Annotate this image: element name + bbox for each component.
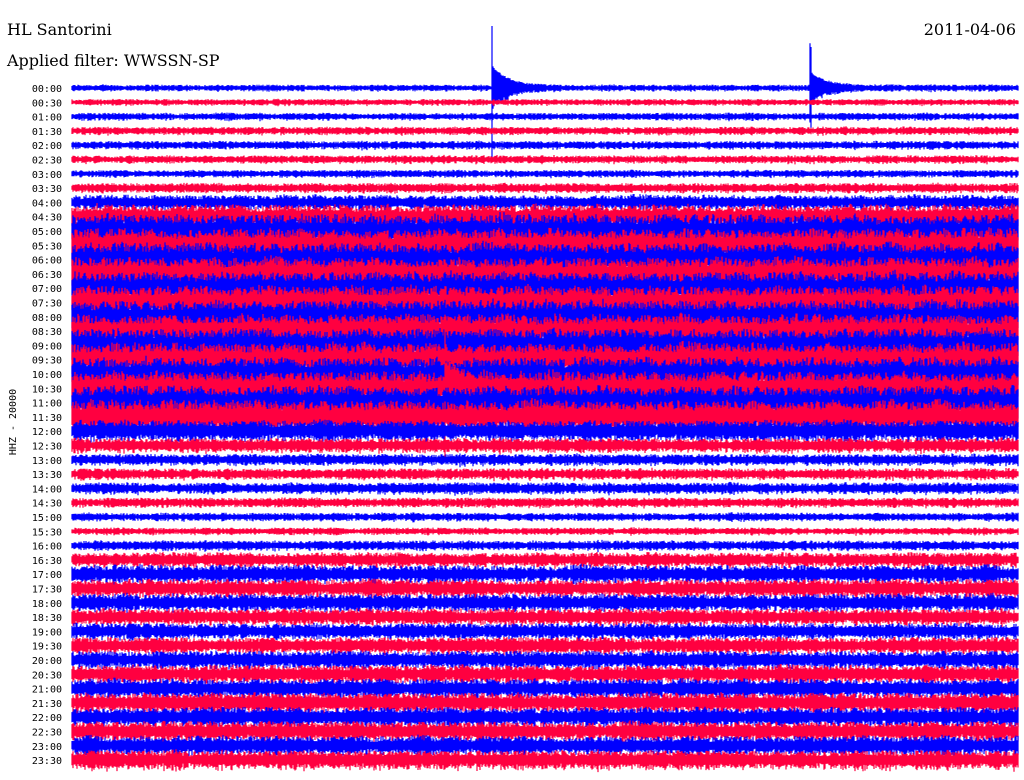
row-tick-label: 03:30: [32, 184, 62, 195]
trace-row-0330: [71, 182, 1019, 194]
row-tick-label: 14:30: [32, 499, 62, 510]
row-tick-label: 08:00: [32, 313, 62, 324]
row-tick-label: 17:00: [32, 570, 62, 581]
row-tick-label: 23:30: [32, 756, 62, 767]
row-tick-label: 06:00: [32, 256, 62, 267]
row-tick-label: 04:00: [32, 198, 62, 209]
trace-row-0200: [71, 140, 1019, 151]
row-tick-label: 15:30: [32, 527, 62, 538]
row-tick-labels: 00:00 00:30 01:00 01:30 02:00 02:30 03:00 03:30…: [32, 84, 62, 767]
row-tick-label: 02:00: [32, 141, 62, 152]
trace-row-0230: [71, 154, 1019, 165]
row-tick-label: 23:00: [32, 742, 62, 753]
row-tick-label: 18:00: [32, 599, 62, 610]
row-tick-label: 20:00: [32, 656, 62, 667]
row-tick-label: 18:30: [32, 613, 62, 624]
row-tick-label: 16:00: [32, 542, 62, 553]
row-tick-label: 07:30: [32, 299, 62, 310]
row-tick-label: 00:30: [32, 98, 62, 109]
trace-row-0000: [71, 26, 1019, 161]
row-tick-label: 03:00: [32, 170, 62, 181]
row-tick-label: 10:30: [32, 384, 62, 395]
trace-row-0030: [71, 98, 1019, 107]
row-tick-label: 05:00: [32, 227, 62, 238]
row-tick-label: 08:30: [32, 327, 62, 338]
trace-row-1630: [71, 552, 1019, 570]
row-tick-label: 09:30: [32, 356, 62, 367]
trace-row-1530: [71, 527, 1019, 536]
row-tick-label: 11:00: [32, 399, 62, 410]
row-tick-label: 01:30: [32, 127, 62, 138]
trace-row-1600: [71, 539, 1019, 553]
row-tick-label: 13:30: [32, 470, 62, 481]
row-tick-label: 10:00: [32, 370, 62, 381]
row-tick-label: 19:30: [32, 642, 62, 653]
trace-row-1430: [71, 497, 1019, 509]
row-tick-label: 02:30: [32, 156, 62, 167]
row-tick-label: 00:00: [32, 84, 62, 95]
row-tick-label: 11:30: [32, 413, 62, 424]
row-tick-label: 16:30: [32, 556, 62, 567]
row-tick-label: 19:00: [32, 627, 62, 638]
row-tick-label: 13:00: [32, 456, 62, 467]
trace-row-0300: [71, 169, 1019, 179]
row-tick-label: 21:00: [32, 685, 62, 696]
row-tick-label: 15:00: [32, 513, 62, 524]
trace-row-1330: [71, 467, 1019, 482]
trace-row-0100: [71, 112, 1019, 122]
row-tick-label: 01:00: [32, 113, 62, 124]
row-tick-label: 21:30: [32, 699, 62, 710]
trace-row-0130: [71, 126, 1019, 136]
row-tick-label: 09:00: [32, 341, 62, 352]
row-tick-label: 17:30: [32, 585, 62, 596]
trace-row-1230: [71, 437, 1019, 455]
trace-row-1930: [71, 636, 1019, 657]
row-tick-label: 22:00: [32, 713, 62, 724]
trace-row-1800: [71, 592, 1019, 614]
trace-row-1900: [71, 622, 1019, 642]
trace-row-1300: [71, 453, 1019, 468]
row-tick-label: 05:30: [32, 241, 62, 252]
y-axis-label: HHZ - 20000: [8, 389, 19, 455]
trace-row-1400: [71, 481, 1019, 496]
helicorder-plot: 00:00 00:30 01:00 01:30 02:00 02:30 03:00 03:30…: [8, 26, 1019, 773]
row-tick-label: 22:30: [32, 728, 62, 739]
row-tick-label: 14:00: [32, 484, 62, 495]
row-tick-label: 04:30: [32, 213, 62, 224]
row-tick-label: 07:00: [32, 284, 62, 295]
row-tick-label: 12:30: [32, 442, 62, 453]
row-tick-label: 12:00: [32, 427, 62, 438]
traces: [71, 26, 1019, 773]
row-tick-label: 06:30: [32, 270, 62, 281]
trace-row-1500: [71, 512, 1019, 523]
row-tick-label: 20:30: [32, 670, 62, 681]
